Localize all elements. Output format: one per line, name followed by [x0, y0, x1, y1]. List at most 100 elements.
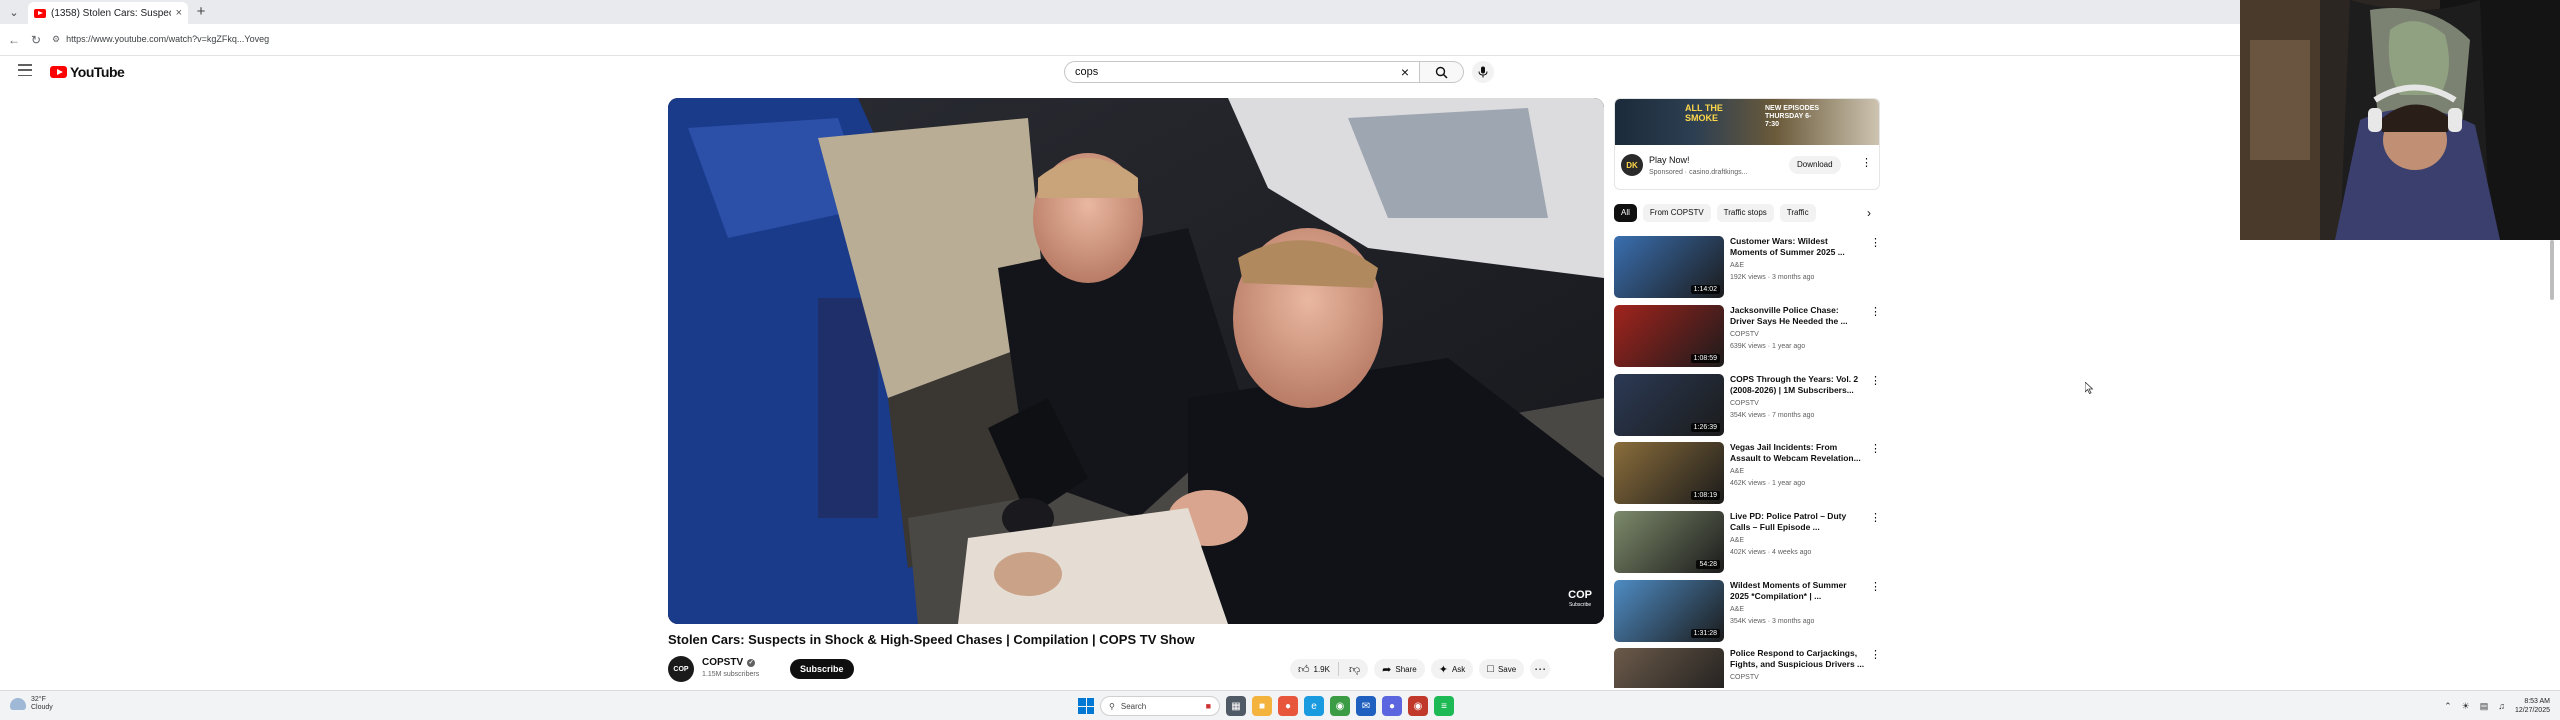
recommendation-thumbnail[interactable]: 1:31:28: [1614, 580, 1724, 642]
recommendation-title[interactable]: Vegas Jail Incidents: From Assault to We…: [1730, 442, 1865, 464]
channel-avatar[interactable]: COP: [668, 656, 694, 682]
chevron-right-icon[interactable]: ›: [1860, 204, 1878, 222]
verified-check-icon: ✓: [747, 659, 756, 667]
recommendation-thumbnail[interactable]: 1:14:02: [1614, 236, 1724, 298]
cloud-icon: [10, 698, 26, 710]
youtube-logo[interactable]: YouTube: [50, 64, 125, 80]
volume-icon[interactable]: ♫: [2498, 701, 2505, 711]
recommendation-channel[interactable]: A&E: [1730, 262, 1744, 269]
outlook-icon[interactable]: ✉: [1356, 696, 1376, 716]
subscribe-button[interactable]: Subscribe: [790, 659, 854, 679]
recommendation-title[interactable]: Jacksonville Police Chase: Driver Says H…: [1730, 305, 1865, 327]
video-duration: 1:14:02: [1690, 285, 1720, 294]
recommendation-channel[interactable]: COPSTV: [1730, 400, 1759, 407]
more-vertical-icon[interactable]: ⋮: [1870, 236, 1881, 249]
chrome-browser-icon[interactable]: ◉: [1330, 696, 1350, 716]
edge-browser-icon[interactable]: e: [1304, 696, 1324, 716]
clock[interactable]: 8:53 AM 12/27/2025: [2515, 697, 2550, 715]
clear-search-icon[interactable]: ×: [1401, 64, 1409, 80]
search-input[interactable]: cops ×: [1064, 61, 1420, 83]
file-explorer-icon[interactable]: ■: [1252, 696, 1272, 716]
tab-list-chevron-icon[interactable]: ⌄: [4, 3, 24, 21]
video-player[interactable]: COP Subscribe: [668, 98, 1604, 624]
share-button[interactable]: ➦ Share: [1374, 659, 1425, 679]
more-vertical-icon[interactable]: ⋮: [1870, 511, 1881, 524]
sponsored-ad[interactable]: ALL THE SMOKE NEW EPISODES THURSDAY 6-7:3…: [1614, 98, 1880, 190]
notification-bell-icon[interactable]: ☀: [2462, 701, 2470, 712]
ask-button[interactable]: ✦ Ask: [1430, 659, 1474, 679]
recommendation-item[interactable]: Police Respond to Carjackings, Fights, a…: [1614, 648, 1880, 688]
back-arrow-icon[interactable]: ←: [6, 32, 22, 48]
chip-traffic-stops[interactable]: Traffic stops: [1716, 204, 1774, 222]
recommendation-channel[interactable]: A&E: [1730, 537, 1744, 544]
tab-close-icon[interactable]: ×: [176, 7, 182, 19]
recommendation-title[interactable]: COPS Through the Years: Vol. 2 (2008-202…: [1730, 374, 1865, 396]
site-info-icon[interactable]: ⚙: [52, 34, 60, 45]
more-vertical-icon[interactable]: ⋮: [1870, 442, 1881, 455]
recommendation-item[interactable]: 1:26:39 COPS Through the Years: Vol. 2 (…: [1614, 374, 1881, 438]
channel-watermark[interactable]: COP Subscribe: [1568, 590, 1592, 610]
share-label: Share: [1395, 664, 1417, 674]
discord-icon[interactable]: ●: [1382, 696, 1402, 716]
ad-more-vertical-icon[interactable]: ⋮: [1861, 156, 1872, 169]
menu-icon[interactable]: [18, 64, 32, 76]
recommendation-thumbnail[interactable]: [1614, 648, 1724, 688]
recommendation-channel[interactable]: A&E: [1730, 606, 1744, 613]
more-vertical-icon[interactable]: ⋮: [1870, 648, 1880, 661]
new-tab-button[interactable]: +: [192, 3, 210, 21]
recommendation-channel[interactable]: COPSTV: [1730, 674, 1759, 681]
more-vertical-icon[interactable]: ⋮: [1870, 305, 1881, 318]
thumbs-up-icon[interactable]: 👍︎: [1298, 663, 1310, 676]
channel-name-row[interactable]: COPSTV ✓: [702, 657, 756, 668]
recommendation-item[interactable]: 1:31:28 Wildest Moments of Summer 2025 *…: [1614, 580, 1881, 644]
task-view-icon[interactable]: ▦: [1226, 696, 1246, 716]
obs-icon[interactable]: ◉: [1408, 696, 1428, 716]
recommendation-item[interactable]: 1:08:19 Vegas Jail Incidents: From Assau…: [1614, 442, 1881, 506]
weather-widget[interactable]: 32°F Cloudy: [10, 696, 53, 712]
recommendation-title[interactable]: Customer Wars: Wildest Moments of Summer…: [1730, 236, 1865, 258]
recommendation-item[interactable]: 1:14:02 Customer Wars: Wildest Moments o…: [1614, 236, 1881, 300]
recommendation-title[interactable]: Live PD: Police Patrol – Duty Calls – Fu…: [1730, 511, 1865, 533]
ad-download-button[interactable]: Download: [1789, 156, 1841, 174]
chip-all[interactable]: All: [1614, 204, 1637, 222]
voice-search-button[interactable]: [1472, 61, 1494, 83]
like-count[interactable]: 1.9K: [1314, 665, 1330, 674]
windows-taskbar: 32°F Cloudy ⚲ Search ■ ▦ ■ ● e ◉ ✉ ● ◉ ≡ ⌃ …: [0, 690, 2560, 720]
browser-tab-active[interactable]: (1358) Stolen Cars: Suspects i ×: [28, 2, 188, 24]
recommendation-thumbnail[interactable]: 1:08:19: [1614, 442, 1724, 504]
url-field[interactable]: ⚙ https://www.youtube.com/watch?v=kgZFkq…: [52, 29, 2222, 49]
system-tray: ⌃ ☀ ▤ ♫ 8:53 AM 12/27/2025: [2444, 695, 2550, 717]
mouse-cursor-icon: [2085, 382, 2093, 394]
more-vertical-icon[interactable]: ⋮: [1870, 374, 1881, 387]
ad-title[interactable]: Play Now!: [1649, 155, 1690, 165]
recommendation-item[interactable]: 54:28 Live PD: Police Patrol – Duty Call…: [1614, 511, 1881, 575]
network-icon[interactable]: ▤: [2480, 701, 2489, 712]
taskbar-search[interactable]: ⚲ Search ■: [1100, 696, 1220, 716]
recommendation-thumbnail[interactable]: 54:28: [1614, 511, 1724, 573]
recommendation-item[interactable]: 1:08:59 Jacksonville Police Chase: Drive…: [1614, 305, 1881, 369]
more-vertical-icon[interactable]: ⋮: [1870, 580, 1881, 593]
thumbs-down-icon[interactable]: 👎︎: [1343, 663, 1368, 676]
recommendation-channel[interactable]: A&E: [1730, 468, 1744, 475]
page-scrollbar[interactable]: [2550, 240, 2554, 300]
more-actions-button[interactable]: ⋯: [1530, 659, 1551, 679]
chevron-up-icon[interactable]: ⌃: [2444, 701, 2452, 712]
chip-traffic[interactable]: Traffic: [1779, 204, 1816, 222]
sparkle-icon: ✦: [1438, 663, 1448, 676]
recommendation-title[interactable]: Wildest Moments of Summer 2025 *Compilat…: [1730, 580, 1865, 602]
save-button[interactable]: □ Save: [1479, 659, 1525, 679]
recommendation-title[interactable]: Police Respond to Carjackings, Fights, a…: [1730, 648, 1865, 670]
colorful-app-icon[interactable]: ●: [1278, 696, 1298, 716]
chip-from-copstv[interactable]: From COPSTV: [1642, 204, 1711, 222]
windows-start-icon[interactable]: [1078, 698, 1094, 714]
spotify-icon[interactable]: ≡: [1434, 696, 1454, 716]
taskbar-search-placeholder: Search: [1120, 701, 1147, 711]
recommendation-thumbnail[interactable]: 1:26:39: [1614, 374, 1724, 436]
youtube-favicon-icon: [34, 8, 46, 18]
search-button[interactable]: [1420, 61, 1464, 83]
ad-banner-image[interactable]: ALL THE SMOKE NEW EPISODES THURSDAY 6-7:3…: [1615, 99, 1879, 145]
reload-icon[interactable]: ↻: [28, 32, 44, 48]
address-bar: ← ↻ ⚙ https://www.youtube.com/watch?v=kg…: [0, 24, 2240, 56]
recommendation-channel[interactable]: COPSTV: [1730, 331, 1759, 338]
recommendation-thumbnail[interactable]: 1:08:59: [1614, 305, 1724, 367]
